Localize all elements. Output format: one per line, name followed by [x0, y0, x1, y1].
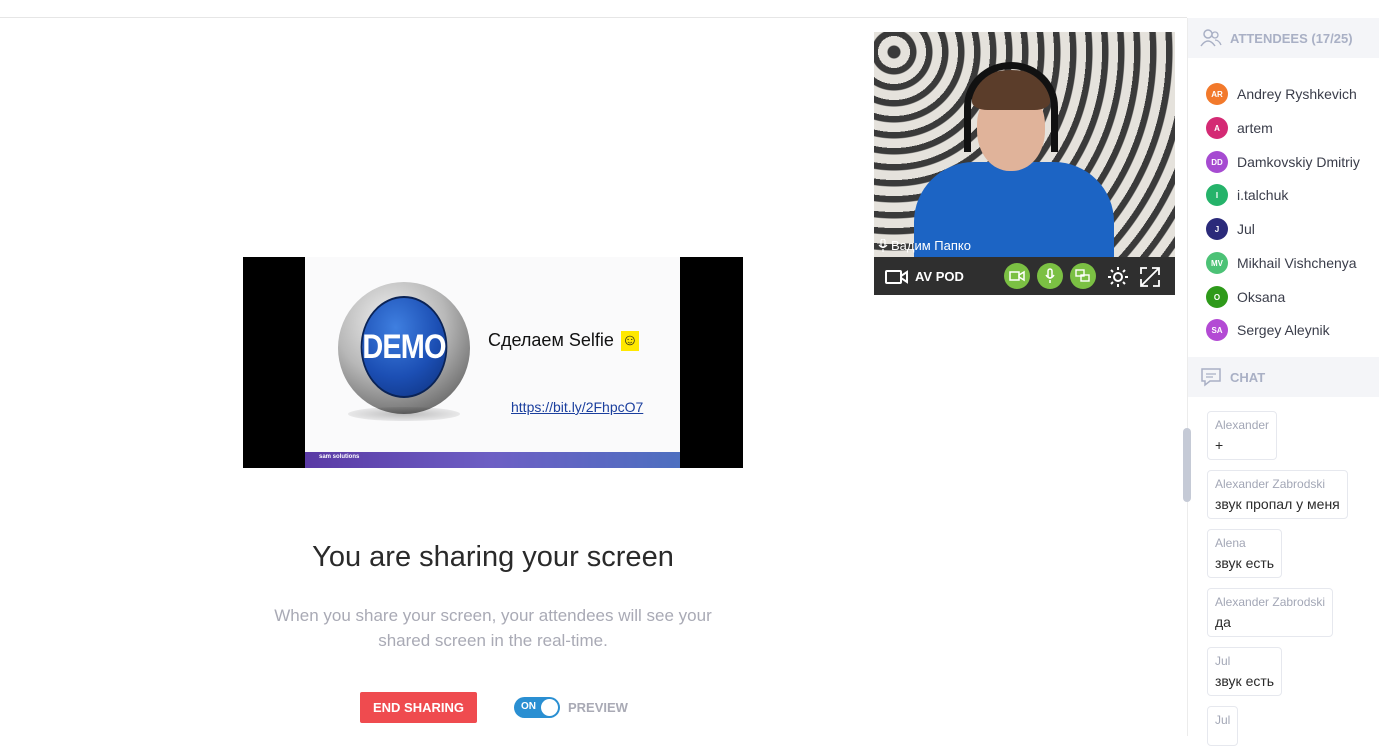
- share-description: When you share your screen, your attende…: [274, 606, 712, 650]
- speaker-name-tag: Вадим Папко: [878, 238, 971, 253]
- smiley-icon: ☺: [620, 331, 639, 352]
- webcam-toolbar: AV POD: [874, 257, 1175, 295]
- microphone-toggle-icon[interactable]: [1037, 263, 1063, 289]
- chat-text: звук есть: [1215, 673, 1275, 689]
- attendee-name: Andrey Ryshkevich: [1237, 86, 1357, 102]
- attendee-name: Damkovskiy Dmitriy: [1237, 154, 1360, 170]
- avatar: O: [1206, 286, 1228, 308]
- microphone-icon: [878, 238, 888, 252]
- slide-footer: sam solutions: [305, 452, 680, 468]
- chat-message: Alexander Zabrodski да: [1207, 588, 1334, 637]
- chat-message: Alexander +: [1207, 411, 1278, 460]
- slide-heading: Сделаем Selfie ☺: [488, 330, 639, 352]
- chat-message: Jul звук есть: [1207, 647, 1283, 696]
- attendee-name: Sergey Aleynik: [1237, 322, 1330, 338]
- sidebar: ATTENDEES (17/25) AR Andrey Ryshkevich A…: [1183, 18, 1379, 746]
- end-sharing-button[interactable]: END SHARING: [360, 692, 477, 723]
- attendee-name: Oksana: [1237, 289, 1286, 305]
- chat-author: Jul: [1215, 654, 1231, 668]
- avatar: MV: [1206, 252, 1228, 274]
- attendee-item[interactable]: DD Damkovskiy Dmitriy: [1206, 150, 1360, 174]
- avatar: SA: [1206, 319, 1228, 341]
- avatar: A: [1206, 117, 1228, 139]
- camera-source-icon: [884, 266, 910, 288]
- top-bar: [0, 0, 1187, 18]
- chat-author: Alena: [1215, 536, 1246, 550]
- attendee-item[interactable]: AR Andrey Ryshkevich: [1206, 82, 1357, 106]
- webcam-tile: Вадим Папко AV POD: [874, 32, 1175, 295]
- settings-gear-icon[interactable]: [1105, 266, 1131, 288]
- demo-badge-label: DEMO: [360, 296, 448, 398]
- attendee-name: Mikhail Vishchenya: [1237, 255, 1357, 271]
- attendee-name: artem: [1237, 120, 1273, 136]
- chat-author: Alexander: [1215, 418, 1270, 432]
- camera-source-label: AV POD: [915, 269, 964, 284]
- attendees-header[interactable]: ATTENDEES (17/25): [1188, 18, 1379, 58]
- fullscreen-icon[interactable]: [1137, 266, 1163, 288]
- demo-badge: DEMO: [338, 282, 470, 414]
- attendee-item[interactable]: O Oksana: [1206, 285, 1285, 309]
- avatar: J: [1206, 218, 1228, 240]
- attendee-name: i.talchuk: [1237, 187, 1289, 203]
- slide-link: https://bit.ly/2FhpcO7: [511, 399, 644, 415]
- attendee-item[interactable]: MV Mikhail Vishchenya: [1206, 251, 1357, 275]
- attendees-icon: [1200, 29, 1222, 47]
- avatar: I: [1206, 184, 1228, 206]
- chat-header[interactable]: CHAT: [1188, 357, 1379, 397]
- toggle-state-label: ON: [521, 701, 536, 712]
- attendee-name: Jul: [1237, 221, 1255, 237]
- chat-author: Alexander Zabrodski: [1215, 477, 1326, 491]
- chat-message: Alexander Zabrodski звук пропал у меня: [1207, 470, 1348, 519]
- preview-label: PREVIEW: [568, 700, 628, 715]
- chat-text: +: [1215, 437, 1224, 453]
- screen-share-preview: DEMO Сделаем Selfie ☺ https://bit.ly/2Fh…: [243, 257, 743, 468]
- chat-text: звук есть: [1215, 555, 1275, 571]
- chat-message: Alena звук есть: [1207, 529, 1283, 578]
- chat-author: Jul: [1215, 713, 1231, 727]
- chat-author: Alexander Zabrodski: [1215, 595, 1326, 609]
- avatar: DD: [1206, 151, 1228, 173]
- video-toggle-icon[interactable]: [1004, 263, 1030, 289]
- chat-text: звук пропал у меня: [1215, 496, 1340, 512]
- toggle-knob: [541, 699, 558, 716]
- chat-header-label: CHAT: [1230, 369, 1266, 385]
- webcam-video: Вадим Папко: [874, 32, 1175, 257]
- attendee-item[interactable]: I i.talchuk: [1206, 183, 1288, 207]
- chat-scrollbar[interactable]: [1183, 428, 1191, 502]
- page-title: You are sharing your screen: [312, 541, 674, 573]
- attendees-header-label: ATTENDEES (17/25): [1230, 30, 1353, 46]
- chat-icon: [1201, 368, 1221, 387]
- chat-text: да: [1215, 614, 1231, 630]
- attendee-item[interactable]: J Jul: [1206, 217, 1255, 241]
- screen-share-toggle-icon[interactable]: [1070, 263, 1096, 289]
- presentation-slide: DEMO Сделаем Selfie ☺ https://bit.ly/2Fh…: [305, 257, 680, 468]
- preview-toggle[interactable]: ON: [514, 697, 560, 718]
- attendee-item[interactable]: A artem: [1206, 116, 1273, 140]
- attendee-item[interactable]: SA Sergey Aleynik: [1206, 318, 1330, 342]
- avatar: AR: [1206, 83, 1228, 105]
- chat-message: Jul: [1207, 706, 1239, 746]
- sam-solutions-logo: sam solutions: [319, 454, 360, 460]
